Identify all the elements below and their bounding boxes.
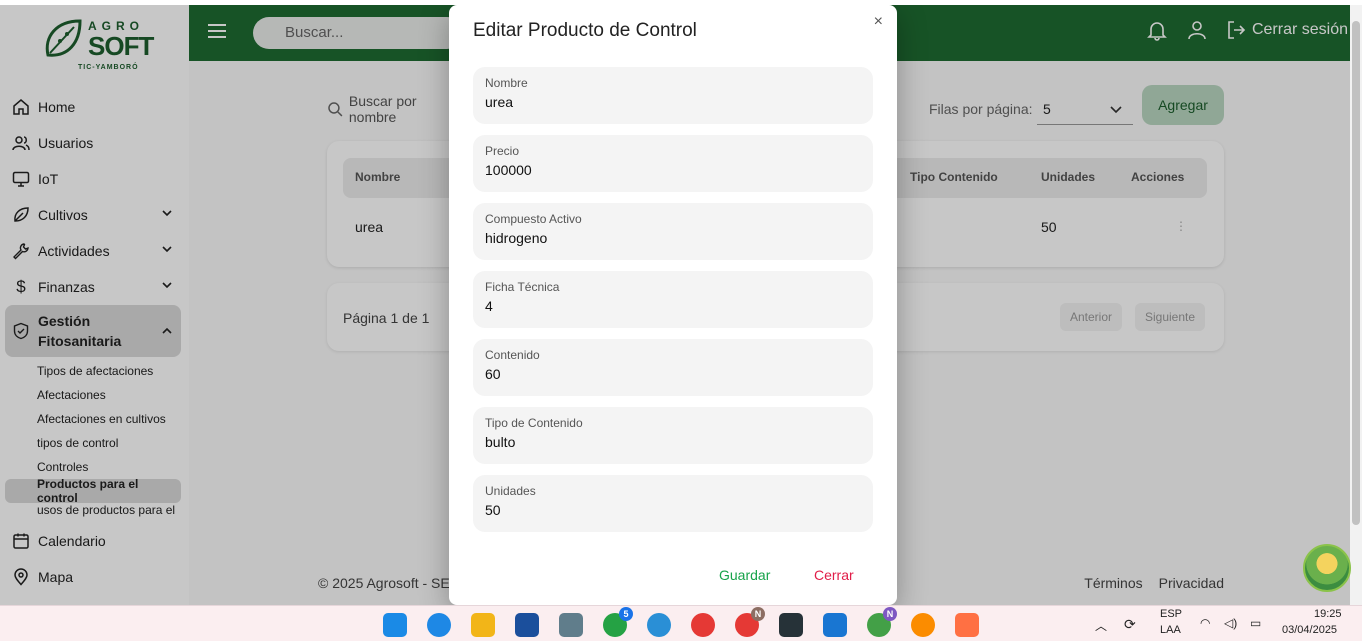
field-value: urea	[485, 94, 514, 110]
battery-icon[interactable]: ▭	[1250, 616, 1261, 630]
language-top[interactable]: ESP	[1160, 608, 1182, 620]
chrome-profile2-badge: N	[883, 607, 897, 621]
tray-overflow-icon[interactable]: ︿	[1095, 617, 1107, 634]
wifi-icon[interactable]: ◠	[1200, 616, 1210, 630]
app-window: AGRO SOFT TIC-YAMBORÓ Home Usuarios IoT …	[0, 5, 1362, 605]
language-bottom[interactable]: LAA	[1160, 624, 1181, 636]
field-precio[interactable]: Precio 100000	[473, 135, 873, 192]
sync-icon[interactable]: ⟳	[1124, 616, 1136, 633]
chrome-profile3-icon[interactable]	[911, 613, 935, 637]
clock-time[interactable]: 19:25	[1314, 608, 1342, 620]
close-icon[interactable]: ×	[874, 13, 883, 31]
terminal-icon[interactable]	[779, 613, 803, 637]
os-taskbar: 5 N N ︿ ⟳ ESP LAA ◠ ◁) ▭ 19:25 03/04/202…	[0, 605, 1362, 641]
whatsapp-icon[interactable]: 5	[603, 607, 633, 637]
field-value: 50	[485, 502, 501, 518]
calculator-icon[interactable]	[559, 613, 583, 637]
store-icon[interactable]	[515, 613, 539, 637]
edge-icon[interactable]	[647, 613, 671, 637]
floating-assistant-icon[interactable]	[1303, 544, 1351, 592]
field-label: Unidades	[485, 484, 536, 498]
field-contenido[interactable]: Contenido 60	[473, 339, 873, 396]
field-label: Tipo de Contenido	[485, 416, 583, 430]
volume-icon[interactable]: ◁)	[1224, 616, 1237, 630]
field-value: 4	[485, 298, 493, 314]
windows-start-icon[interactable]	[383, 613, 407, 637]
cancel-button[interactable]: Cerrar	[814, 567, 854, 583]
snipping-tool-icon[interactable]	[955, 613, 979, 637]
field-value: hidrogeno	[485, 230, 548, 246]
field-value: 60	[485, 366, 501, 382]
modal-title: Editar Producto de Control	[473, 20, 697, 41]
field-label: Ficha Técnica	[485, 280, 560, 294]
clock-date[interactable]: 03/04/2025	[1282, 624, 1337, 636]
field-label: Contenido	[485, 348, 540, 362]
file-explorer-icon[interactable]	[471, 613, 495, 637]
chrome-profile-badge: N	[751, 607, 765, 621]
chrome-profile-icon[interactable]: N	[735, 607, 765, 637]
vscode-icon[interactable]	[823, 613, 847, 637]
field-compuesto-activo[interactable]: Compuesto Activo hidrogeno	[473, 203, 873, 260]
field-value: bulto	[485, 434, 516, 450]
edit-product-modal: Editar Producto de Control × Nombre urea…	[449, 5, 897, 605]
page-scrollbar[interactable]	[1350, 5, 1362, 605]
field-nombre[interactable]: Nombre urea	[473, 67, 873, 124]
chrome-profile2-icon[interactable]: N	[867, 607, 897, 637]
scrollbar-thumb[interactable]	[1352, 21, 1360, 525]
field-label: Compuesto Activo	[485, 212, 582, 226]
field-ficha-tecnica[interactable]: Ficha Técnica 4	[473, 271, 873, 328]
field-value: 100000	[485, 162, 532, 178]
save-button[interactable]: Guardar	[719, 567, 770, 583]
chrome-icon[interactable]	[691, 613, 715, 637]
field-unidades[interactable]: Unidades 50	[473, 475, 873, 532]
field-label: Nombre	[485, 76, 528, 90]
whatsapp-badge: 5	[619, 607, 633, 621]
field-label: Precio	[485, 144, 520, 158]
copilot-icon[interactable]	[427, 613, 451, 637]
field-tipo-contenido[interactable]: Tipo de Contenido bulto	[473, 407, 873, 464]
